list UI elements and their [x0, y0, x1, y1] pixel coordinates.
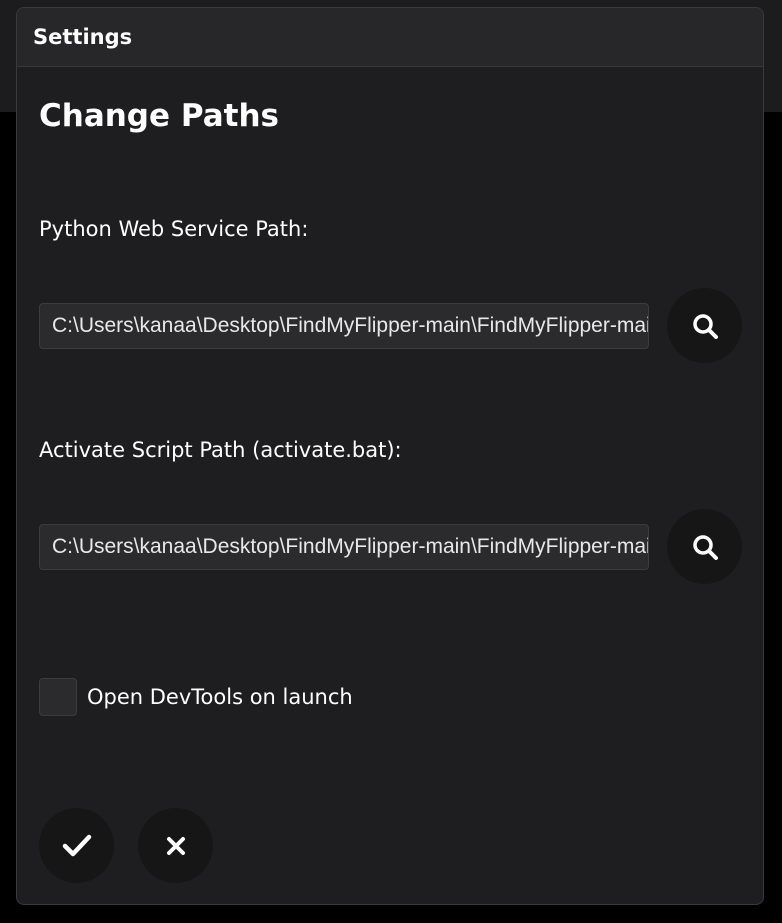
dialog-title: Settings — [33, 25, 133, 49]
python-path-input[interactable]: C:\Users\kanaa\Desktop\FindMyFlipper-mai… — [39, 303, 649, 349]
settings-dialog: Settings Change Paths Python Web Service… — [16, 7, 764, 905]
browse-python-path-button[interactable] — [667, 288, 742, 363]
search-icon — [692, 313, 718, 339]
section-heading: Change Paths — [39, 98, 279, 134]
devtools-checkbox-label[interactable]: Open DevTools on launch — [87, 685, 353, 709]
check-icon — [62, 834, 91, 856]
activate-path-input[interactable]: C:\Users\kanaa\Desktop\FindMyFlipper-mai… — [39, 524, 649, 570]
devtools-checkbox[interactable] — [39, 678, 77, 716]
python-path-label: Python Web Service Path: — [39, 217, 309, 241]
activate-path-label: Activate Script Path (activate.bat): — [39, 438, 402, 462]
close-icon — [166, 836, 185, 855]
browse-activate-path-button[interactable] — [667, 509, 742, 584]
confirm-button[interactable] — [39, 808, 114, 883]
dialog-header: Settings — [17, 8, 763, 67]
search-icon — [692, 534, 718, 560]
cancel-button[interactable] — [138, 808, 213, 883]
